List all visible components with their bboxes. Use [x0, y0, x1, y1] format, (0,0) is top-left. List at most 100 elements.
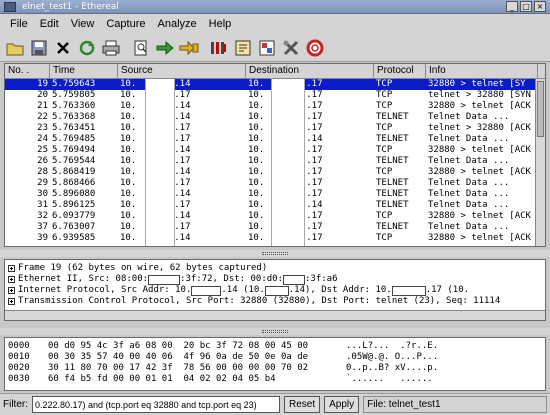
scrollbar-thumb[interactable]: [537, 81, 544, 137]
cell-destination-suffix: .17: [306, 123, 323, 133]
menu-view[interactable]: View: [65, 15, 101, 33]
cell-destination-suffix: .17: [306, 211, 323, 221]
tree-item-tcp[interactable]: Transmission Control Protocol, Src Port:…: [5, 296, 545, 307]
tree-item-ip[interactable]: Internet Protocol, Src Addr: 10. .14 (10.…: [5, 285, 545, 296]
save-icon[interactable]: [28, 37, 50, 59]
cell-no: 32: [37, 211, 48, 221]
menu-help[interactable]: Help: [203, 15, 238, 33]
menu-capture[interactable]: Capture: [100, 15, 151, 33]
column-header-no[interactable]: No. .: [5, 64, 50, 78]
detail-scrollbar[interactable]: [5, 310, 545, 320]
column-header-time[interactable]: Time: [50, 64, 118, 78]
preferences-icon[interactable]: [280, 37, 302, 59]
cell-source: 10. .17: [118, 178, 246, 189]
cell-protocol: TCP: [376, 101, 393, 111]
filter-label: Filter:: [3, 399, 28, 410]
tree-item-frame[interactable]: Frame 19 (62 bytes on wire, 62 bytes cap…: [5, 263, 545, 274]
cell-source: 10. .14: [118, 189, 246, 200]
hex-ascii: .05W@.@. O...P...: [346, 352, 439, 362]
cell-destination-prefix: 10.: [248, 90, 265, 100]
cell-destination-suffix: .17: [306, 90, 323, 100]
help-icon[interactable]: [304, 37, 326, 59]
cell-info: 32880 > telnet [ACK: [428, 233, 531, 243]
tree-item-ethernet[interactable]: Ethernet II, Src: 08:00::3f:72, Dst: 00:…: [5, 274, 545, 285]
column-header-protocol[interactable]: Protocol: [374, 64, 426, 78]
cell-time: 5.763368: [52, 112, 96, 122]
cell-destination: 10. .17: [246, 101, 374, 112]
cell-protocol: TELNET: [376, 134, 409, 144]
cell-source-suffix: .14: [174, 211, 191, 221]
redaction-box: [283, 274, 305, 285]
cell-source: 10. .17: [118, 123, 246, 134]
cell-destination: 10. .17: [246, 145, 374, 156]
hex-bytes: 60 f4 b5 fd 00 00 01 01 04 02 02 04 05 b…: [48, 374, 276, 384]
find-icon[interactable]: [130, 37, 152, 59]
pane-splitter[interactable]: [0, 250, 550, 257]
print-icon[interactable]: [100, 37, 122, 59]
splitter-grip[interactable]: [262, 330, 288, 333]
expand-icon[interactable]: [8, 298, 15, 305]
cell-info: Telnet Data ...: [428, 112, 510, 122]
cell-destination: 10. .17: [246, 79, 374, 90]
open-icon[interactable]: [4, 37, 26, 59]
cell-destination-prefix: 10.: [248, 112, 265, 122]
cell-source-prefix: 10.: [120, 189, 137, 199]
cell-no: 25: [37, 145, 48, 155]
cell-destination: 10. .17: [246, 189, 374, 200]
colorize-icon[interactable]: [256, 37, 278, 59]
cell-no: 24: [37, 134, 48, 144]
cell-destination-suffix: .17: [306, 178, 323, 188]
cell-no: 29: [37, 178, 48, 188]
splitter-grip[interactable]: [262, 252, 288, 255]
expand-icon[interactable]: [8, 276, 15, 283]
apply-button[interactable]: Apply: [324, 396, 360, 413]
expand-icon[interactable]: [8, 265, 15, 272]
cell-source: 10. .14: [118, 233, 246, 244]
cell-protocol: TELNET: [376, 222, 409, 232]
hex-row: 0010 00 30 35 57 40 00 40 06 4f 96 0a de …: [5, 352, 545, 363]
packet-list-scrollbar[interactable]: [535, 79, 545, 246]
cell-protocol: TCP: [376, 123, 393, 133]
status-file-label: File: telnet_test1: [363, 396, 547, 413]
hex-row: 0000 00 d0 95 4c 3f a6 08 00 20 bc 3f 72 …: [5, 341, 545, 352]
column-header-info[interactable]: Info: [426, 64, 538, 78]
tree-item-label: :3f:72, Dst: 00:d0:: [180, 274, 283, 284]
cell-source-prefix: 10.: [120, 134, 137, 144]
cell-source: 10. .14: [118, 79, 246, 90]
cell-destination: 10. .17: [246, 90, 374, 101]
minimize-icon[interactable]: _: [506, 1, 518, 12]
toolbar-separator: [202, 37, 206, 59]
go-to-packet-icon[interactable]: [178, 37, 200, 59]
tree-item-label: .14), Dst Addr: 10.: [288, 285, 392, 295]
filter-input[interactable]: [32, 396, 280, 413]
reload-icon[interactable]: [76, 37, 98, 59]
cell-protocol: TCP: [376, 145, 393, 155]
cell-destination-suffix: .14: [306, 200, 323, 210]
column-header-destination[interactable]: Destination: [246, 64, 374, 78]
close-window-icon[interactable]: ×: [534, 1, 546, 12]
toolbar-separator: [124, 37, 128, 59]
tree-item-label: :3f:a6: [305, 274, 338, 284]
menu-analyze[interactable]: Analyze: [152, 15, 203, 33]
menu-file[interactable]: File: [4, 15, 34, 33]
menu-edit[interactable]: Edit: [34, 15, 65, 33]
cell-no: 30: [37, 189, 48, 199]
cell-info: 32880 > telnet [ACK: [428, 167, 531, 177]
reset-button[interactable]: Reset: [284, 396, 321, 413]
cell-time: 5.763360: [52, 101, 96, 111]
column-header-source[interactable]: Source: [118, 64, 246, 78]
pane-splitter[interactable]: [0, 328, 550, 335]
cell-destination-suffix: .17: [306, 145, 323, 155]
go-to-icon[interactable]: [154, 37, 176, 59]
capture-filter-icon[interactable]: [208, 37, 230, 59]
tree-item-label: Transmission Control Protocol, Src Port:…: [18, 296, 501, 306]
cell-no: 28: [37, 167, 48, 177]
cell-destination: 10. .17: [246, 233, 374, 244]
cell-destination: 10. .17: [246, 211, 374, 222]
close-icon[interactable]: [52, 37, 74, 59]
display-filter-icon[interactable]: [232, 37, 254, 59]
cell-source-suffix: .14: [174, 189, 191, 199]
expand-icon[interactable]: [8, 287, 15, 294]
maximize-icon[interactable]: □: [520, 1, 532, 12]
redaction-box: [271, 79, 305, 246]
